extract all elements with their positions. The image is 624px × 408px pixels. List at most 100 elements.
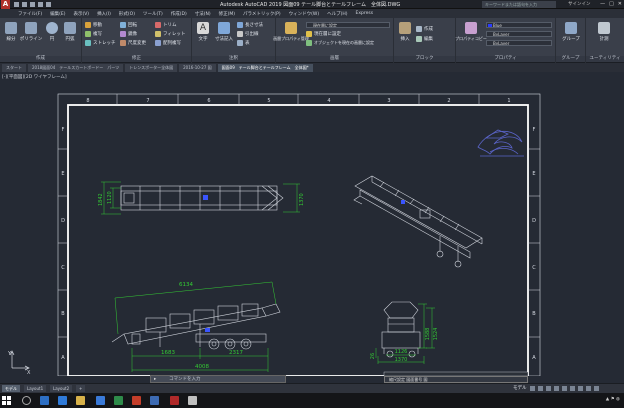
mail-icon[interactable] [96,396,105,405]
annotation-scale-icon[interactable] [578,386,583,391]
layer-properties-button[interactable]: 画層プロパティ管理 [273,22,309,42]
color-dropdown[interactable]: Blue [486,22,552,28]
quick-access-toolbar [14,2,51,7]
side-dim-text: 6134 1683 2317 4008 [161,282,243,370]
command-line[interactable]: ▸ コマンドを入力 [150,375,286,383]
app-icon[interactable] [188,396,197,405]
menu-view[interactable]: 表示(V) [73,11,89,17]
excel-icon[interactable] [114,396,123,405]
menu-express[interactable]: Express [355,11,373,16]
menu-window[interactable]: ウィンドウ(W) [289,11,319,17]
linear-dimension-button[interactable]: 長さ寸法 [237,22,263,28]
group-button[interactable]: グループ [559,22,583,42]
circle-button[interactable]: 円 [44,22,60,42]
osnap-icon[interactable] [562,386,567,391]
array-button[interactable]: 配列複写 [155,40,181,46]
group-label[interactable]: プロパティ [456,56,555,62]
new-icon[interactable] [14,2,19,7]
task-view-icon[interactable] [40,396,49,405]
powerpoint-icon[interactable] [132,396,141,405]
edge-icon[interactable] [58,396,67,405]
table-button[interactable]: 表 [237,40,250,46]
move-button[interactable]: 移動 [85,22,102,28]
open-icon[interactable] [22,2,27,7]
search-input[interactable]: キーワードまたは語句を入力 [482,1,556,8]
tab-doc-1[interactable]: 2018図面04 テールスカートボードー パーツ [28,64,124,72]
add-layout-button[interactable]: + [76,385,86,392]
group-label[interactable]: グループ [556,56,585,62]
minimize-button[interactable]: — [600,1,605,7]
measure-button[interactable]: 計測 [592,22,616,42]
polar-icon[interactable] [554,386,559,391]
word-icon[interactable] [150,396,159,405]
fillet-button[interactable]: フィレット [155,31,185,37]
leader-button[interactable]: 引出線 [237,31,259,37]
tab-start[interactable]: スタート [2,64,26,72]
menu-insert[interactable]: 挿入(I) [97,11,111,17]
group-label[interactable]: ブロック [394,56,455,62]
ortho-icon[interactable] [546,386,551,391]
trim-button[interactable]: トリム [155,22,177,28]
group-label[interactable]: 注釈 [192,56,275,62]
menu-parametric[interactable]: パラメトリック(P) [243,11,281,17]
snap-icon[interactable] [538,386,543,391]
redo-icon[interactable] [46,2,51,7]
group-label[interactable]: 作成 [0,56,81,62]
save-icon[interactable] [30,2,35,7]
menu-format[interactable]: 形式(O) [119,11,135,17]
dimension-button[interactable]: 寸法記入 [213,22,235,42]
layout-tab-1[interactable]: Layout1 [24,385,47,392]
arc-button[interactable]: 円弧 [62,22,78,42]
menu-help[interactable]: ヘルプ(H) [327,11,347,17]
menu-draw[interactable]: 作成(D) [171,11,187,17]
match-layer-button[interactable]: オブジェクトを現在の画層に設定 [306,40,374,46]
menu-tools[interactable]: ツール(T) [143,11,163,17]
menu-file[interactable]: ファイル(F) [18,11,42,17]
rotate-button[interactable]: 回転 [120,22,137,28]
edit-block-button[interactable]: 編集 [416,36,433,42]
group-label[interactable]: 画層 [276,56,393,62]
layout-tab-model[interactable]: モデル [2,385,20,392]
windows-start-icon[interactable] [2,396,11,405]
line-button[interactable]: 線分 [3,22,19,42]
group-label[interactable]: ユーティリティ [586,56,624,62]
close-button[interactable]: ✕ [618,1,622,7]
match-properties-button[interactable]: プロパティコピー [455,22,487,42]
sign-in-link[interactable]: サインイン [568,1,591,7]
layout-tab-2[interactable]: Layout2 [50,385,73,392]
insert-block-button[interactable]: 挿入 [397,22,413,42]
mirror-button[interactable]: 鏡像 [120,31,137,37]
linetype-dropdown[interactable]: ByLayer [486,31,552,37]
model-space-indicator[interactable]: モデル [513,385,527,391]
customize-icon[interactable] [594,386,599,391]
col-label: 8 [86,98,89,104]
tab-doc-active[interactable]: 図面09 テール脚台とテールフレーム 全体図* [217,64,313,72]
autocad-app-menu-button[interactable]: A [1,0,10,9]
drawing-canvas[interactable]: 8 7 6 5 4 3 2 1 F E D C B A F E D C B A [0,72,624,376]
copy-button[interactable]: 複写 [85,31,102,37]
create-block-button[interactable]: 作成 [416,26,433,32]
group-label[interactable]: 修正 [82,56,191,62]
workspace-icon[interactable] [586,386,591,391]
polyline-button[interactable]: ポリライン [20,22,42,42]
viewport-label[interactable]: [-][平面図][2D ワイヤフレーム] [2,74,67,80]
text-button[interactable]: A 文字 [195,22,211,42]
tab-doc-3[interactable]: 2016-10-27 図 [179,64,216,72]
scale-button[interactable]: 尺度変更 [120,40,146,46]
maximize-button[interactable]: □ [609,1,614,7]
menu-modify[interactable]: 修正(M) [219,11,235,17]
set-current-layer-button[interactable]: 現在層に設定 [306,31,341,37]
grid-icon[interactable] [530,386,535,391]
autocad-taskbar-icon[interactable] [170,396,179,405]
undo-icon[interactable] [38,2,43,7]
search-icon[interactable] [22,396,31,405]
lineweight-dropdown[interactable]: ByLayer [486,40,552,46]
explorer-icon[interactable] [76,396,85,405]
layer-dropdown[interactable]: 現在層に設定 [306,22,390,28]
menu-dimension[interactable]: 寸法(N) [195,11,211,17]
menu-edit[interactable]: 編集(E) [50,11,65,17]
tab-doc-2[interactable]: トレンスポーター全体図 [125,64,178,72]
stretch-button[interactable]: ストレッチ [85,40,116,46]
lineweight-icon[interactable] [570,386,575,391]
title-bar: A Autodesk AutoCAD 2019 図面09 テール脚台とテールフレ… [0,0,624,9]
